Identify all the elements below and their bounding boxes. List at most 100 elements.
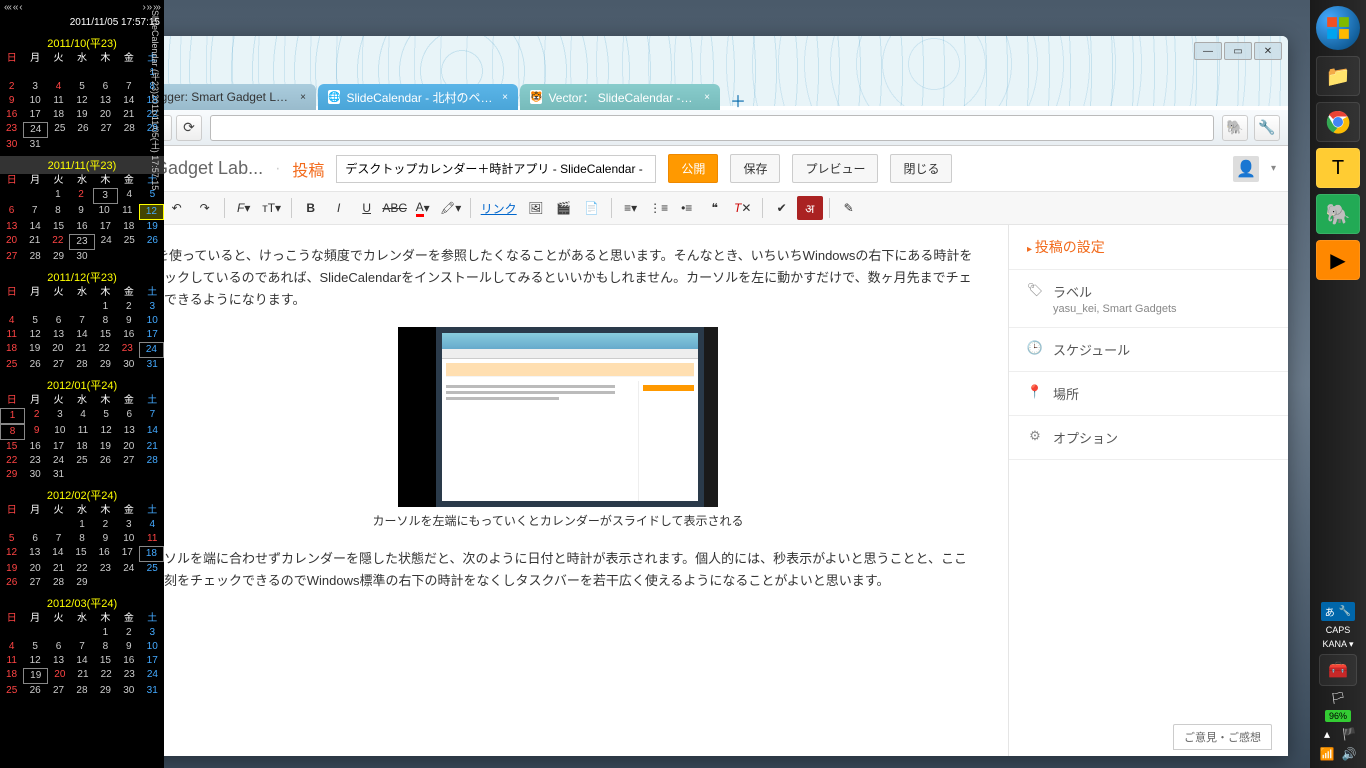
calendar-day[interactable]: 25 [118, 234, 141, 250]
calendar-day[interactable]: 6 [0, 204, 23, 220]
calendar-day[interactable]: 5 [23, 640, 46, 654]
calendar-day[interactable]: 11 [141, 532, 164, 546]
calendar-day[interactable]: 5 [70, 80, 93, 94]
start-button[interactable] [1316, 6, 1360, 50]
calendar-day[interactable]: 21 [47, 562, 70, 576]
calendar-day[interactable]: 16 [93, 546, 116, 562]
calendar-day[interactable]: 13 [23, 546, 46, 562]
calendar-day[interactable]: 3 [23, 80, 46, 94]
calendar-day[interactable]: 6 [94, 80, 117, 94]
calendar-day[interactable]: 27 [95, 122, 118, 138]
align-button[interactable]: ≡▾ [618, 196, 644, 220]
calendar-day[interactable]: 31 [141, 684, 164, 698]
calendar-day[interactable]: 30 [0, 138, 23, 152]
calendar-day[interactable]: 7 [70, 314, 93, 328]
ime-caps-indicator[interactable]: CAPS [1326, 625, 1351, 635]
tab-close-icon[interactable]: × [498, 90, 512, 104]
editor-content[interactable]: PCを使っていると、けっこうな頻度でカレンダーを参照したくなることがあると思いま… [108, 225, 1008, 756]
reload-button[interactable]: ⟳ [176, 115, 202, 141]
calendar-day[interactable]: 4 [0, 314, 23, 328]
font-size-button[interactable]: тT▾ [259, 196, 285, 220]
tab-close-icon[interactable]: × [700, 90, 714, 104]
calendar-day[interactable]: 28 [23, 250, 46, 264]
calendar-day[interactable]: 17 [47, 440, 70, 454]
calendar-day[interactable]: 4 [0, 640, 23, 654]
calendar-day[interactable]: 31 [23, 138, 46, 152]
mediaplayer-taskbar-icon[interactable]: ▶ [1316, 240, 1360, 280]
calendar-day[interactable]: 14 [46, 546, 69, 562]
calendar-day[interactable]: 18 [0, 668, 23, 684]
calendar-day[interactable]: 22 [95, 668, 118, 684]
calendar-day[interactable]: 1 [94, 300, 117, 314]
calendar-day[interactable]: 14 [23, 220, 46, 234]
calendar-day[interactable]: 7 [70, 640, 93, 654]
calendar-day[interactable]: 7 [47, 532, 70, 546]
calendar-day[interactable]: 10 [48, 424, 71, 440]
calendar-day[interactable]: 26 [23, 358, 46, 372]
calendar-day[interactable]: 12 [23, 328, 46, 342]
calendar-day[interactable]: 25 [141, 562, 164, 576]
calendar-day[interactable]: 19 [23, 342, 46, 358]
sidebar-item-options[interactable]: ⚙ オプション [1009, 416, 1288, 460]
calendar-day[interactable]: 2 [0, 80, 23, 94]
calendar-day[interactable]: 3 [48, 408, 71, 424]
calendar-day[interactable]: 7 [23, 204, 46, 220]
calendar-day[interactable]: 1 [46, 188, 69, 204]
calendar-day[interactable]: 3 [141, 626, 164, 640]
calendar-day[interactable]: 26 [0, 576, 23, 590]
calendar-day[interactable]: 29 [94, 358, 117, 372]
calendar-day[interactable]: 23 [118, 668, 141, 684]
calendar-day[interactable]: 22 [70, 562, 93, 576]
calendar-day[interactable]: 16 [117, 654, 140, 668]
calendar-day[interactable]: 24 [95, 234, 118, 250]
calendar-day[interactable]: 30 [70, 250, 93, 264]
bullet-list-button[interactable]: •≡ [674, 196, 700, 220]
tab-close-icon[interactable]: × [296, 90, 310, 104]
calendar-day[interactable]: 27 [23, 576, 46, 590]
calendar-day[interactable]: 27 [117, 454, 140, 468]
calendar-day[interactable]: 20 [0, 234, 23, 250]
calendar-day[interactable]: 21 [71, 668, 94, 684]
calendar-day[interactable]: 9 [94, 532, 117, 546]
calendar-day[interactable]: 25 [0, 358, 23, 372]
calendar-day[interactable]: 8 [46, 204, 69, 220]
close-editor-button[interactable]: 閉じる [890, 154, 952, 183]
calendar-day[interactable]: 18 [117, 220, 140, 234]
calendar-prev-nav[interactable]: ‹‹‹ ‹‹ ‹ [4, 2, 22, 13]
calendar-day[interactable]: 5 [23, 314, 46, 328]
preview-button[interactable]: プレビュー [792, 154, 878, 183]
calendar-day[interactable]: 23 [69, 234, 94, 250]
calendar-day[interactable]: 2 [117, 626, 140, 640]
calendar-day[interactable]: 24 [117, 562, 140, 576]
calendar-day[interactable]: 17 [94, 220, 117, 234]
calendar-day[interactable]: 13 [47, 328, 70, 342]
redo-button[interactable]: ↷ [192, 196, 218, 220]
calendar-day[interactable]: 29 [47, 250, 70, 264]
publish-button[interactable]: 公開 [668, 154, 718, 183]
numbered-list-button[interactable]: ⋮≡ [646, 196, 672, 220]
font-family-button[interactable]: F▾ [231, 196, 257, 220]
bold-button[interactable]: B [298, 196, 324, 220]
highlight-button[interactable]: 🖍▾ [438, 196, 464, 220]
sidebar-item-location[interactable]: 📍 場所 [1009, 372, 1288, 416]
calendar-day[interactable]: 1 [0, 408, 25, 424]
video-button[interactable]: 🎬 [551, 196, 577, 220]
calendar-day[interactable]: 9 [117, 640, 140, 654]
sidebar-item-schedule[interactable]: 🕒 スケジュール [1009, 328, 1288, 372]
calendar-day[interactable]: 14 [70, 654, 93, 668]
calendar-day[interactable]: 8 [70, 532, 93, 546]
calendar-day[interactable]: 14 [141, 424, 164, 440]
ime-indicator[interactable]: あ 🔧 [1321, 602, 1355, 621]
calendar-day[interactable]: 4 [118, 188, 141, 204]
underline-button[interactable]: U [354, 196, 380, 220]
save-button[interactable]: 保存 [730, 154, 780, 183]
calendar-day[interactable]: 19 [94, 440, 117, 454]
calendar-day[interactable]: 2 [94, 518, 117, 532]
calendar-day[interactable]: 29 [0, 468, 23, 482]
chrome-taskbar-icon[interactable] [1316, 102, 1360, 142]
calendar-day[interactable]: 5 [95, 408, 118, 424]
explorer-taskbar-icon[interactable]: 📁 [1316, 56, 1360, 96]
calendar-day[interactable]: 24 [23, 122, 48, 138]
calendar-day[interactable]: 26 [71, 122, 94, 138]
calendar-day[interactable]: 10 [117, 532, 140, 546]
